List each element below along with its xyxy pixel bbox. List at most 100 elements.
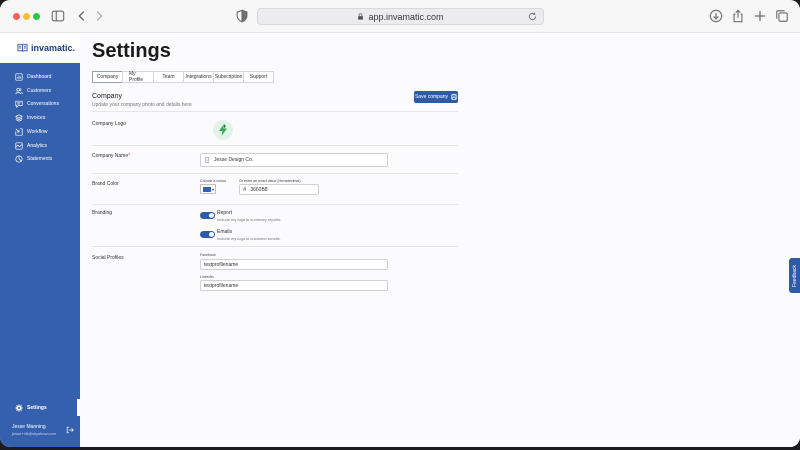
sidebar-item-analytics[interactable]: Analytics: [15, 140, 47, 152]
lock-icon: [358, 13, 364, 20]
download-icon[interactable]: [708, 8, 724, 24]
shield-icon[interactable]: [234, 8, 250, 24]
emails-toggle-title: Emails: [217, 229, 233, 235]
brand-color-label: Brand Color: [92, 181, 119, 187]
logout-icon[interactable]: [66, 426, 74, 434]
divider: [92, 173, 458, 174]
sidebar-item-conversations[interactable]: Conversations: [15, 98, 59, 110]
save-icon: [451, 94, 457, 100]
facebook-label: Facebook: [200, 253, 216, 257]
company-name-label: Company Name*: [92, 153, 131, 159]
sidebar-item-invoices[interactable]: Invoices: [15, 112, 45, 124]
sidebar-item-label: Workflow: [27, 129, 48, 135]
app-name: invamatic.: [31, 43, 76, 53]
sidebar-item-settings[interactable]: Settings: [0, 399, 80, 416]
save-button-label: Save company: [414, 94, 449, 100]
tab-my-profile[interactable]: My Profile: [122, 71, 154, 83]
tab-team[interactable]: Team: [153, 71, 184, 83]
tab-company[interactable]: Company: [92, 71, 123, 83]
analytics-icon: [15, 142, 23, 150]
linkedin-input[interactable]: testprofilename: [200, 280, 388, 291]
section-title: Company: [92, 93, 122, 100]
report-toggle-title: Report: [217, 210, 233, 216]
user-email: jesse+46@skyshow.com: [12, 431, 56, 436]
report-toggle-description: Include my logo in summary reports.: [217, 217, 282, 222]
new-tab-icon[interactable]: [752, 8, 768, 24]
color-picker[interactable]: ▾: [200, 184, 216, 194]
main-content: Settings Company My Profile Team Integra…: [80, 33, 800, 447]
users-icon: [15, 87, 23, 95]
book-logo-icon: [17, 43, 28, 52]
sidebar-item-label: Analytics: [27, 143, 48, 149]
settings-tabs: Company My Profile Team Integrations Sub…: [92, 71, 274, 83]
sidebar-item-workflow[interactable]: Workflow: [15, 126, 47, 138]
choose-colour-label: Choose a colour: [200, 179, 227, 183]
layers-icon: [15, 114, 23, 122]
emails-toggle-description: Include my logo in customer emails.: [217, 236, 281, 241]
hex-color-value: 3660B8: [250, 186, 268, 193]
linkedin-label: LinkedIn: [200, 275, 214, 279]
company-name-value: Jesse Design Co.: [214, 157, 254, 163]
tab-overview-icon[interactable]: [774, 8, 790, 24]
company-logo[interactable]: [213, 120, 233, 140]
caret-down-icon: ▾: [212, 186, 215, 192]
divider: [92, 204, 458, 205]
sidebar-item-label: Invoices: [27, 115, 46, 121]
page-title: Settings: [92, 40, 171, 62]
tab-support[interactable]: Support: [243, 71, 274, 83]
sidebar-item-label: Dashboard: [27, 74, 52, 80]
address-bar[interactable]: app.invamatic.com: [257, 8, 544, 25]
divider: [92, 145, 458, 146]
company-name-input[interactable]: Jesse Design Co.: [200, 153, 388, 167]
share-icon[interactable]: [730, 8, 746, 24]
chat-icon: [15, 100, 23, 108]
minimize-window-button[interactable]: [23, 13, 30, 20]
emails-logo-toggle[interactable]: [200, 231, 215, 238]
app-logo[interactable]: invamatic.: [0, 33, 80, 63]
company-logo-label: Company Logo: [92, 121, 126, 127]
report-logo-toggle[interactable]: [200, 212, 215, 219]
sidebar-item-dashboard[interactable]: Dashboard: [15, 71, 51, 83]
divider: [92, 246, 458, 247]
required-mark: *: [128, 153, 131, 159]
hex-color-input[interactable]: # 3660B8: [239, 184, 319, 195]
sidebar-item-label: Settings: [27, 405, 47, 411]
url-text: app.invamatic.com: [368, 11, 444, 22]
section-subtitle: Update your company photo and details he…: [92, 102, 192, 108]
feedback-label: Feedback: [791, 264, 798, 287]
color-swatch: [203, 186, 211, 192]
sidebar-toggle-icon[interactable]: [50, 8, 66, 24]
dashboard-icon: [15, 73, 23, 81]
pie-chart-icon: [15, 155, 23, 163]
tab-subscription[interactable]: Subscription: [213, 71, 244, 83]
reload-icon[interactable]: [528, 12, 537, 21]
close-window-button[interactable]: [13, 13, 20, 20]
divider: [92, 111, 458, 112]
sidebar-item-label: Conversations: [27, 101, 59, 107]
tab-integrations[interactable]: Integrations: [183, 71, 214, 83]
sidebar-item-statements[interactable]: Statements: [15, 153, 52, 165]
forward-arrow-icon[interactable]: [91, 8, 107, 24]
facebook-input[interactable]: testprofilename: [200, 259, 388, 270]
workflow-icon: [15, 128, 23, 136]
user-name: Jesse Manning: [12, 424, 46, 430]
back-arrow-icon[interactable]: [74, 8, 90, 24]
sidebar: invamatic. Dashboard Customers Conversat…: [0, 33, 80, 447]
hash-prefix: #: [243, 186, 247, 193]
feedback-tab[interactable]: Feedback: [789, 258, 800, 293]
browser-toolbar: app.invamatic.com: [0, 0, 800, 33]
facebook-value: testprofilename: [204, 261, 239, 268]
linkedin-value: testprofilename: [204, 282, 239, 289]
save-company-button[interactable]: Save company: [414, 91, 458, 103]
sidebar-item-label: Customers: [27, 88, 52, 94]
gear-icon: [15, 404, 23, 412]
maximize-window-button[interactable]: [33, 13, 40, 20]
building-icon: [204, 157, 210, 163]
sidebar-item-customers[interactable]: Customers: [15, 85, 51, 97]
branding-label: Branding: [92, 210, 113, 216]
bolt-logo-icon: [219, 124, 227, 136]
sidebar-item-label: Statements: [27, 156, 53, 162]
browser-window: app.invamatic.com invamatic. Dashboard C…: [0, 0, 800, 447]
social-profiles-label: Social Profiles: [92, 255, 124, 261]
hex-value-label: Or enter an exact value (Hexadecimal): [239, 179, 301, 183]
